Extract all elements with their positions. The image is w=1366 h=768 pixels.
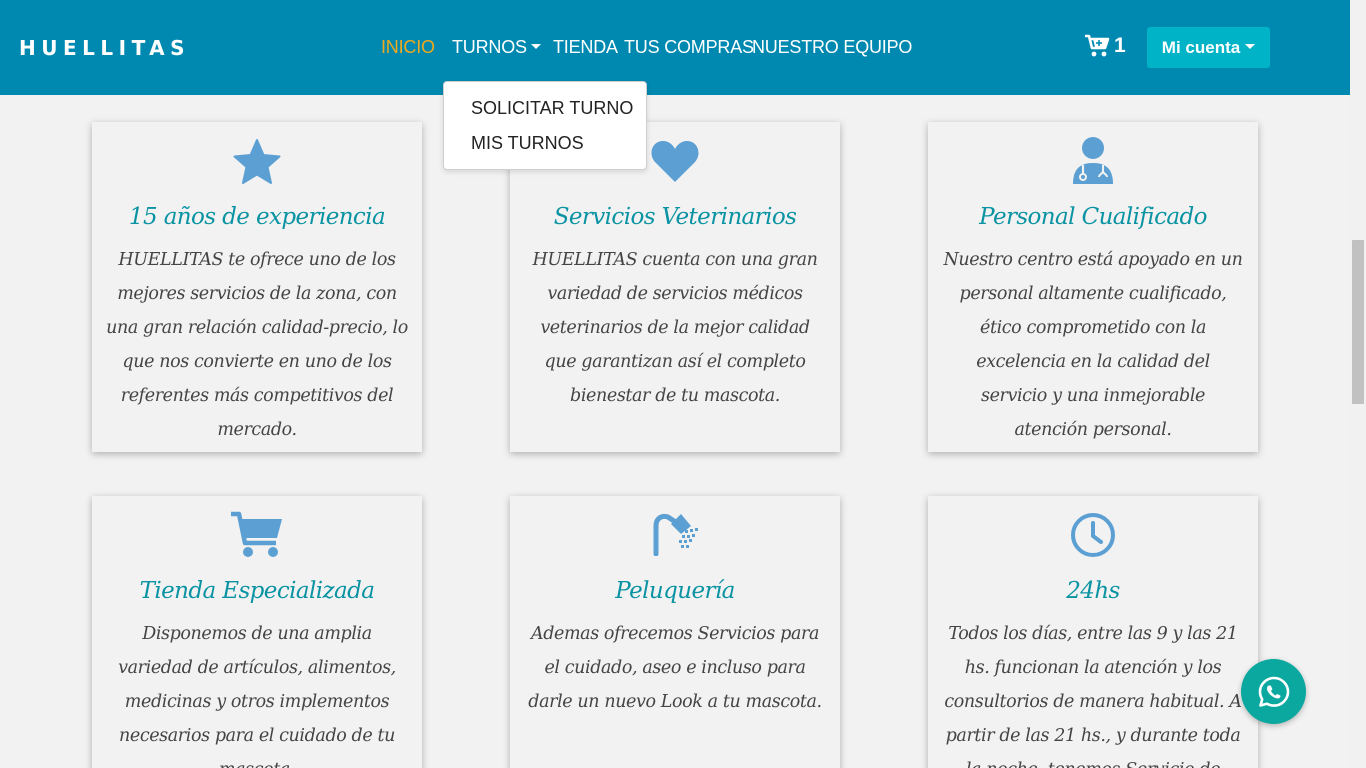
card-text: Nuestro centro está apoyado en un person… [943,250,1243,440]
feature-card: 15 años de experiencia HUELLITAS te ofre… [92,122,422,452]
card-text: HUELLITAS te ofrece uno de los mejores s… [106,250,408,440]
nav-tienda[interactable]: TIENDA [553,37,618,58]
account-button[interactable]: Mi cuenta [1147,27,1270,68]
feature-card: 24hs Todos los días, entre las 9 y las 2… [928,496,1258,768]
star-icon [233,139,281,184]
turnos-dropdown: SOLICITAR TURNO MIS TURNOS [443,81,647,170]
card-title: 24hs [1066,578,1120,604]
heart-icon [651,141,699,182]
navbar: HUELLITAS INICIO TURNOS TIENDA TUS COMPR… [0,0,1350,95]
feature-card: Peluquería Ademas ofrecemos Servicios pa… [510,496,840,768]
card-text: HUELLITAS cuenta con una gran variedad d… [532,250,818,406]
brand-logo[interactable]: HUELLITAS [19,36,190,60]
clock-icon [1071,513,1115,557]
card-title: Tienda Especializada [139,578,375,604]
chevron-down-icon [1245,43,1256,49]
feature-card: Tienda Especializada Disponemos de una a… [92,496,422,768]
chevron-down-icon [530,44,541,50]
account-label: Mi cuenta [1161,37,1241,57]
nav-turnos[interactable]: TURNOS [452,37,541,58]
card-title: Personal Cualificado [979,204,1207,230]
feature-card: Servicios Veterinarios HUELLITAS cuenta … [510,122,840,452]
whatsapp-icon [1258,676,1289,707]
nav-tus-compras[interactable]: TUS COMPRAS [624,37,754,58]
page-scrollbar-thumb[interactable] [1352,240,1364,404]
feature-card: Personal Cualificado Nuestro centro está… [928,122,1258,452]
nav-nuestro-equipo[interactable]: NUESTRO EQUIPO [752,37,912,58]
whatsapp-button[interactable] [1241,659,1306,724]
cart-icon [231,511,282,557]
card-title: Peluquería [615,578,735,604]
shopping-cart-icon [1085,34,1110,57]
card-text: Todos los días, entre las 9 y las 21 hs.… [944,624,1242,768]
card-title: Servicios Veterinarios [553,204,797,230]
dropdown-item-solicitar-turno[interactable]: SOLICITAR TURNO [471,98,633,119]
card-text: Disponemos de una amplia variedad de art… [118,624,396,768]
shower-icon [653,513,698,556]
dropdown-item-mis-turnos[interactable]: MIS TURNOS [471,133,584,154]
card-title: 15 años de experiencia [128,204,386,230]
doctor-icon [1073,137,1113,184]
cart-count: 1 [1114,34,1126,57]
card-text: Ademas ofrecemos Servicios para el cuida… [528,624,822,712]
nav-turnos-label: TURNOS [452,37,527,57]
cart-button[interactable]: 1 [1084,34,1126,58]
nav-inicio[interactable]: INICIO [381,37,435,58]
